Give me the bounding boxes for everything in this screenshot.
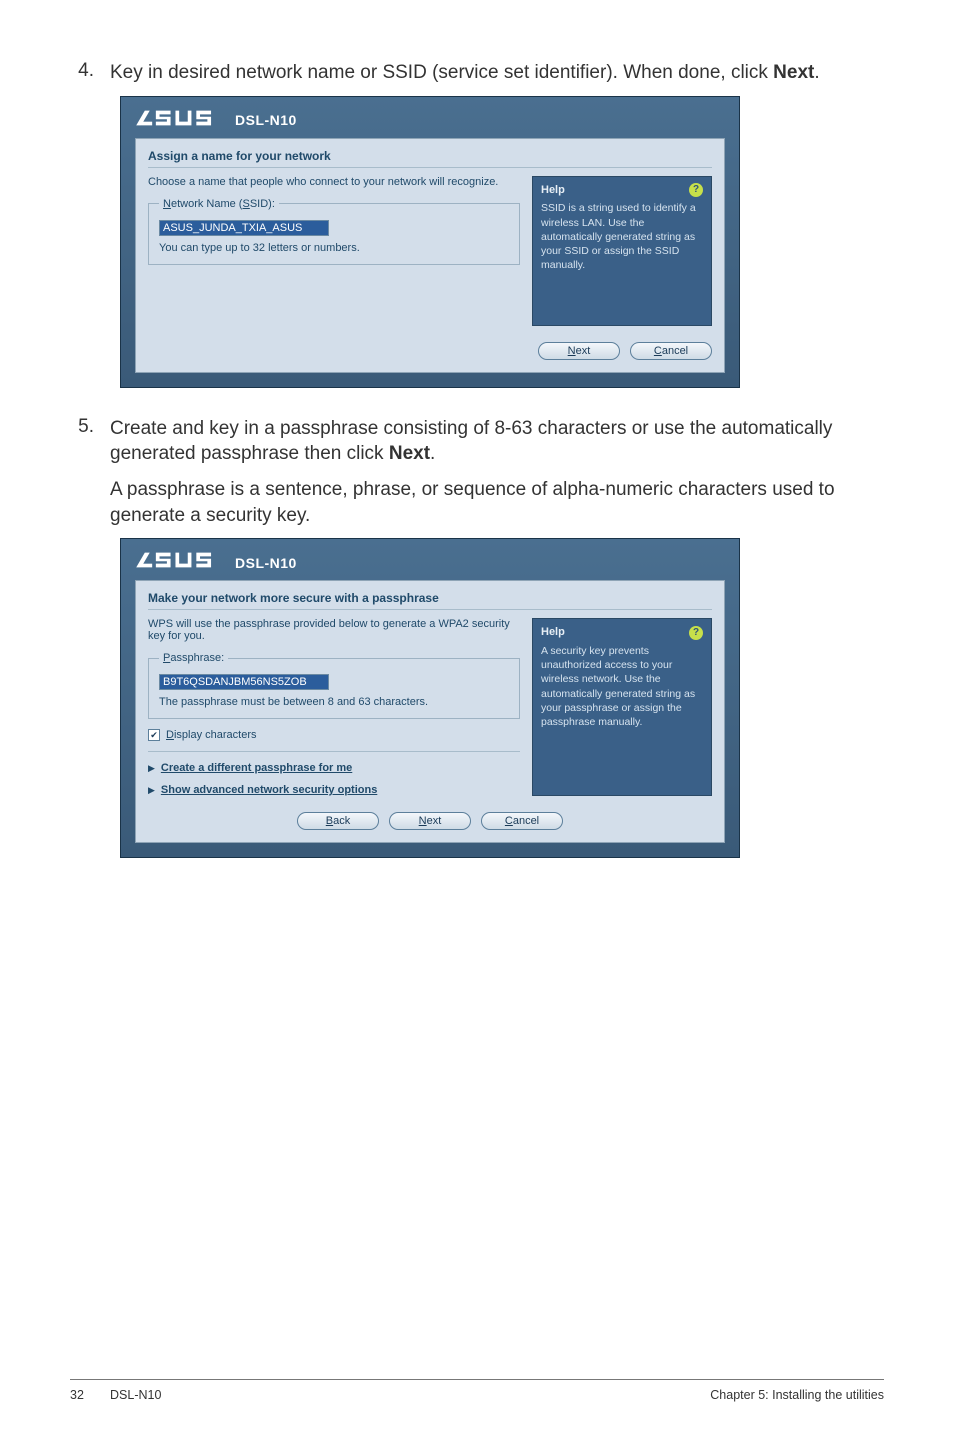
step5-text-b: . [430, 443, 435, 464]
help-title-1: Help [541, 183, 565, 198]
ssid-legend: Network Name (SSID): [159, 198, 279, 210]
help-body-2: A security key prevents unauthorized acc… [541, 644, 703, 729]
step5-para2: A passphrase is a sentence, phrase, or s… [110, 477, 884, 528]
link2-text: Show advanced network security options [161, 784, 377, 796]
l1u: C [161, 762, 169, 774]
cancel-button-2[interactable]: Cancel [481, 812, 563, 830]
divider-3 [148, 751, 520, 752]
help-box-1: Help ? SSID is a string used to identify… [532, 176, 712, 326]
step4-text-b: . [814, 62, 819, 83]
page-footer: 32 DSL-N10 Chapter 5: Installing the uti… [0, 1379, 954, 1402]
display-chars-checkbox[interactable]: ✔ [148, 729, 160, 741]
step5-text-a: Create and key in a passphrase consistin… [110, 418, 832, 465]
link1-text: Create a different passphrase for me [161, 762, 352, 774]
dialog1-intro: Choose a name that people who connect to… [148, 176, 520, 188]
help-body-1: SSID is a string used to identify a wire… [541, 201, 703, 272]
dialog1-model-label: DSL-N10 [235, 112, 297, 128]
asus-logo-row: DSL-N10 [135, 107, 725, 134]
asus-logo-row-2: DSL-N10 [135, 549, 725, 576]
passphrase-input[interactable] [159, 674, 329, 690]
back-button[interactable]: Back [297, 812, 379, 830]
step-number-4: 4. [70, 60, 110, 86]
asus-logo-icon-2 [135, 549, 227, 576]
back-u: B [326, 815, 333, 827]
dialog2-title: Make your network more secure with a pas… [148, 591, 712, 605]
display-chars-row[interactable]: ✔ Display characters [148, 729, 520, 741]
step4-text-a: Key in desired network name or SSID (ser… [110, 62, 773, 83]
next-u-2: N [419, 815, 427, 827]
cancel-u: C [654, 345, 662, 357]
dialog2-panel: Make your network more secure with a pas… [135, 580, 725, 843]
next-button-2[interactable]: Next [389, 812, 471, 830]
footer-model: DSL-N10 [110, 1388, 710, 1402]
step5-bold: Next [389, 443, 430, 464]
link-show-advanced[interactable]: ▶ Show advanced network security options [148, 784, 520, 796]
ssid-input[interactable] [159, 220, 329, 236]
display-chars-label: Display characters [166, 729, 257, 741]
step-number-5: 5. [70, 416, 110, 467]
l2u: S [161, 784, 168, 796]
ssid-hint: You can type up to 32 letters or numbers… [159, 242, 509, 254]
dialog2-model-label: DSL-N10 [235, 555, 297, 571]
help-box-2: Help ? A security key prevents unauthori… [532, 618, 712, 796]
asus-logo-icon [135, 107, 227, 134]
step4-bold: Next [773, 62, 814, 83]
next-button-1[interactable]: Next [538, 342, 620, 360]
link-create-different[interactable]: ▶ Create a different passphrase for me [148, 762, 520, 774]
help-title-2: Help [541, 625, 565, 640]
dialog1-title: Assign a name for your network [148, 149, 712, 163]
next-u: N [568, 345, 576, 357]
divider-2 [148, 609, 712, 610]
footer-rule [70, 1379, 884, 1380]
dialog2-intro: WPS will use the passphrase provided bel… [148, 618, 520, 642]
arrow-icon-2: ▶ [148, 785, 155, 796]
page-number: 32 [70, 1388, 110, 1402]
passphrase-fieldset: Passphrase: The passphrase must be betwe… [148, 652, 520, 719]
step-4-text: Key in desired network name or SSID (ser… [110, 60, 820, 86]
footer-chapter: Chapter 5: Installing the utilities [710, 1388, 884, 1402]
arrow-icon: ▶ [148, 763, 155, 774]
help-icon[interactable]: ? [689, 183, 703, 197]
step-5-text: Create and key in a passphrase consistin… [110, 416, 884, 467]
cb-u: D [166, 729, 174, 741]
cancel-button-1[interactable]: Cancel [630, 342, 712, 360]
divider [148, 167, 712, 168]
dialog1-panel: Assign a name for your network Choose a … [135, 138, 725, 373]
passphrase-legend: Passphrase: [159, 652, 228, 664]
ssid-dialog: DSL-N10 Assign a name for your network C… [120, 96, 740, 388]
cancel-u-2: C [505, 815, 513, 827]
passphrase-hint: The passphrase must be between 8 and 63 … [159, 696, 509, 708]
help-icon-2[interactable]: ? [689, 626, 703, 640]
passphrase-dialog: DSL-N10 Make your network more secure wi… [120, 538, 740, 858]
ssid-fieldset: Network Name (SSID): You can type up to … [148, 198, 520, 265]
